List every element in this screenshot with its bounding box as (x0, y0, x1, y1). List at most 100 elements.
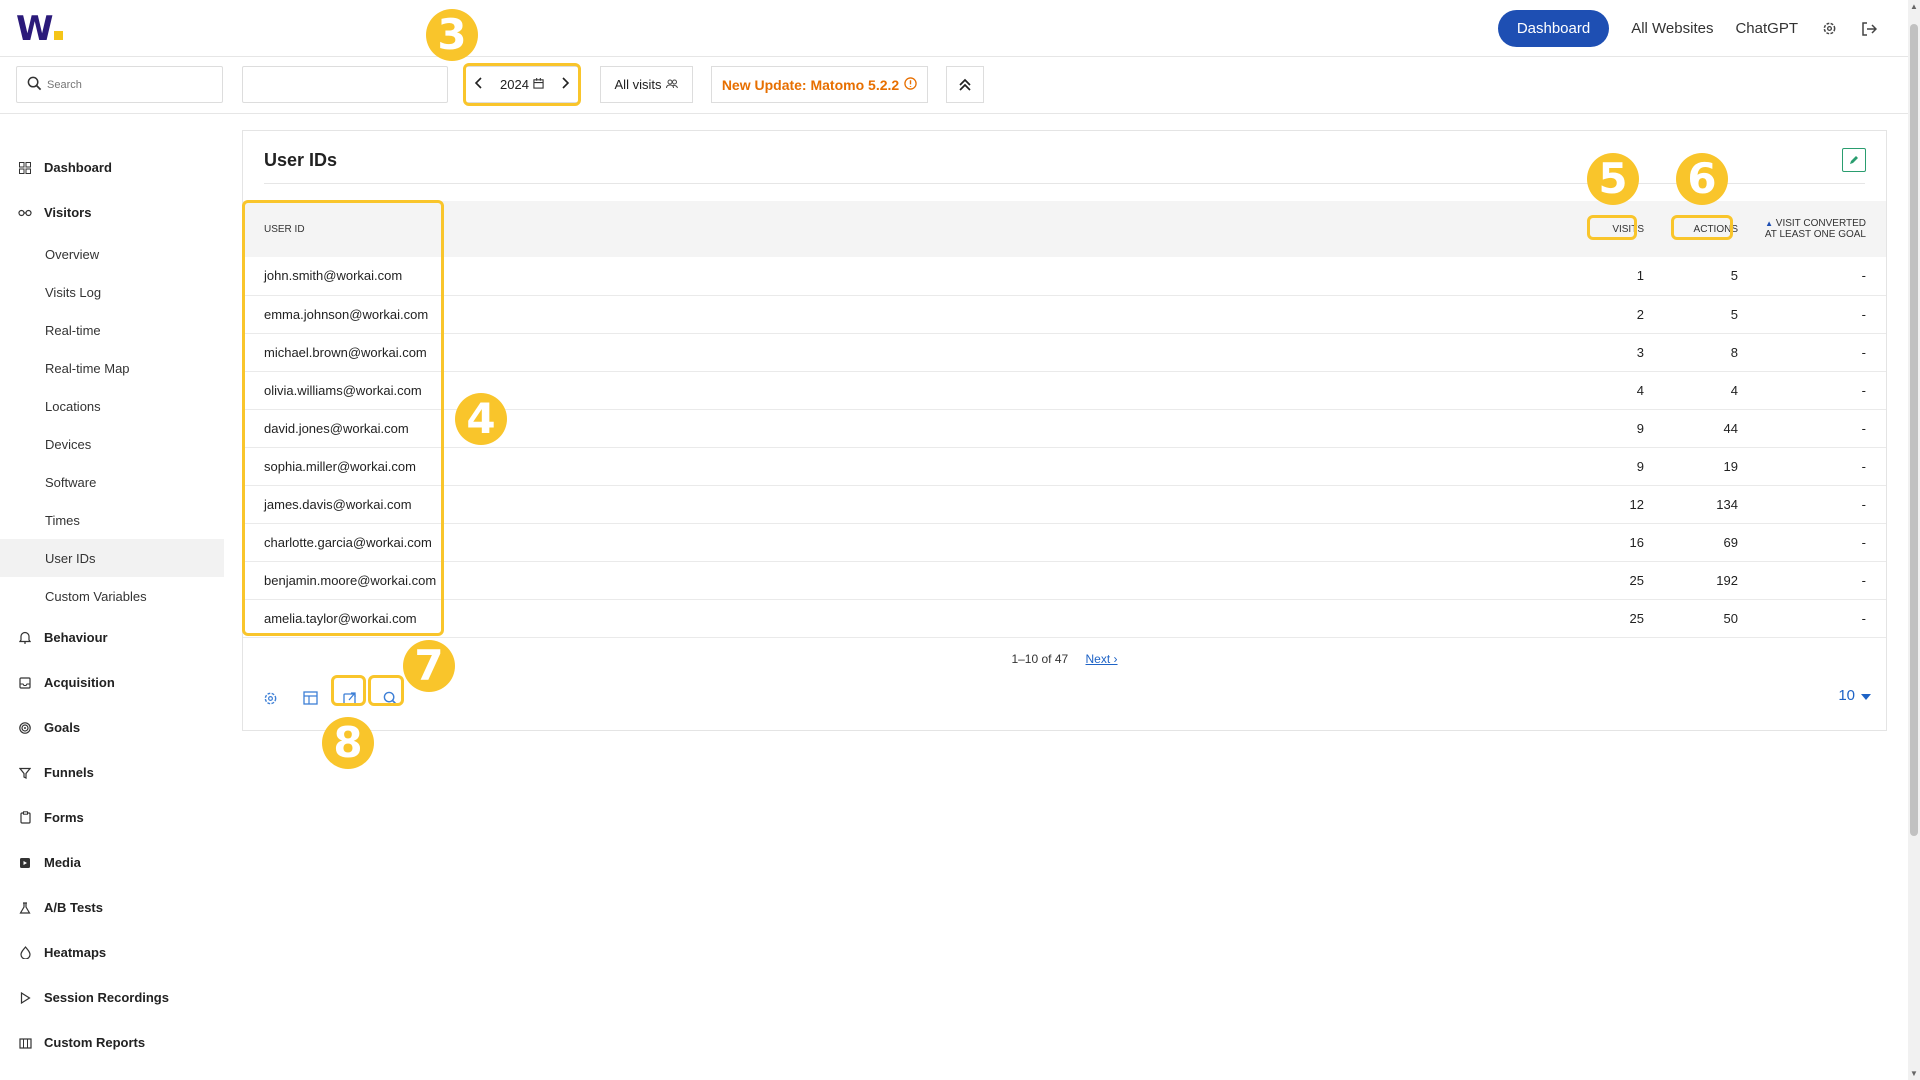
logout-icon[interactable] (1860, 20, 1878, 38)
column-header-goal-conversion[interactable]: ▲ VISIT CONVERTED AT LEAST ONE GOAL (1756, 201, 1886, 257)
report-title: User IDs (264, 150, 338, 170)
page-scrollbar[interactable]: ▲ ▼ (1908, 0, 1920, 1080)
table-search-icon[interactable] (377, 685, 403, 711)
sidebar-item-times[interactable]: Times (0, 501, 224, 539)
all-websites-link[interactable]: All Websites (1631, 10, 1713, 47)
sidebar-label: Dashboard (44, 160, 112, 175)
sidebar-item-real-time[interactable]: Real-time (0, 311, 224, 349)
sidebar-item-custom-variables[interactable]: Custom Variables (0, 577, 224, 615)
update-notice[interactable]: New Update: Matomo 5.2.2 (711, 66, 928, 103)
table-header-row: USER ID VISITS ACTIONS ▲ VISIT CONVERTED… (243, 201, 1886, 257)
actions-cell: 8 (1656, 333, 1756, 372)
sidebar-label: Funnels (44, 765, 94, 780)
visits-cell: 2 (1566, 295, 1656, 334)
sidebar-section-session-recordings[interactable]: Session Recordings (0, 975, 224, 1020)
table-row[interactable]: emma.johnson@workai.com 2 5- (243, 295, 1886, 334)
scrollbar-thumb[interactable] (1910, 24, 1918, 836)
goal-cell: - (1756, 523, 1886, 562)
callout-badge-3: 3 (426, 9, 478, 61)
segment-users-icon (666, 77, 679, 92)
search-field[interactable] (16, 66, 223, 103)
goal-cell: - (1756, 561, 1886, 600)
callout-badge-8: 8 (322, 717, 374, 769)
actions-cell: 134 (1656, 485, 1756, 524)
top-bar: W Dashboard All Websites ChatGPT (0, 0, 1908, 57)
sidebar-label: Acquisition (44, 675, 115, 690)
callout-badge-6: 6 (1676, 153, 1728, 205)
settings-icon[interactable] (257, 685, 283, 711)
sidebar-item-user-ids[interactable]: User IDs (0, 539, 224, 577)
sidebar-section-media[interactable]: Media (0, 840, 224, 885)
sidebar-section-ab-tests[interactable]: A/B Tests (0, 885, 224, 930)
sidebar-item-visits-log[interactable]: Visits Log (0, 273, 224, 311)
sidebar-section-goals[interactable]: Goals (0, 705, 224, 750)
prev-period-icon[interactable] (474, 77, 484, 92)
logo[interactable]: W (16, 12, 63, 46)
segment-label: All visits (614, 77, 662, 92)
table-row[interactable]: amelia.taylor@workai.com 25 50- (243, 599, 1886, 638)
collapse-toolbar-button[interactable] (946, 66, 984, 103)
row-limit-selector[interactable]: 10 (1838, 687, 1871, 704)
gear-icon[interactable] (1820, 20, 1838, 38)
visits-cell: 16 (1566, 523, 1656, 562)
scroll-up-icon[interactable]: ▲ (1910, 2, 1918, 11)
sidebar-label: Behaviour (44, 630, 108, 645)
calendar-icon (533, 77, 544, 92)
sidebar-item-overview[interactable]: Overview (0, 235, 224, 273)
goal-cell: - (1756, 485, 1886, 524)
sidebar-label: Forms (44, 810, 84, 825)
sidebar-label: Visitors (44, 205, 92, 220)
dashboard-button[interactable]: Dashboard (1497, 10, 1610, 47)
chatgpt-link[interactable]: ChatGPT (1735, 10, 1798, 47)
sidebar-section-funnels[interactable]: Funnels (0, 750, 224, 795)
goal-cell: - (1756, 599, 1886, 638)
visits-cell: 12 (1566, 485, 1656, 524)
next-period-icon[interactable] (560, 77, 570, 92)
media-icon (18, 856, 32, 870)
sidebar-item-devices[interactable]: Devices (0, 425, 224, 463)
sidebar-item-software[interactable]: Software (0, 463, 224, 501)
next-page-link[interactable]: Next › (1086, 652, 1118, 666)
search-input[interactable] (47, 75, 207, 95)
goal-header-line2: AT LEAST ONE GOAL (1764, 229, 1866, 240)
scroll-down-icon[interactable]: ▼ (1910, 1069, 1918, 1078)
sidebar-section-visitors[interactable]: Visitors (0, 190, 224, 235)
site-selector[interactable] (242, 66, 448, 103)
sidebar-section-forms[interactable]: Forms (0, 795, 224, 840)
callout-badge-7: 7 (403, 640, 455, 692)
sidebar-section-behaviour[interactable]: Behaviour (0, 615, 224, 660)
export-icon[interactable] (337, 685, 363, 711)
sidebar-section-dashboard[interactable]: Dashboard (0, 145, 224, 190)
actions-cell: 19 (1656, 447, 1756, 486)
column-header-visits[interactable]: VISITS (1566, 201, 1656, 257)
user-id-cell: charlotte.garcia@workai.com (243, 523, 1566, 562)
actions-cell: 50 (1656, 599, 1756, 638)
goal-header-line1: VISIT CONVERTED (1775, 218, 1866, 229)
user-id-cell: sophia.miller@workai.com (243, 447, 1566, 486)
table-row[interactable]: benjamin.moore@workai.com 25 192- (243, 561, 1886, 600)
visits-cell: 1 (1566, 257, 1656, 296)
table-row[interactable]: charlotte.garcia@workai.com 16 69- (243, 523, 1886, 562)
toolbar: 2024 All visits New Update: Matomo 5.2.2 (0, 57, 1908, 114)
column-header-user-id[interactable]: USER ID (243, 201, 1566, 257)
sidebar-item-locations[interactable]: Locations (0, 387, 224, 425)
pagination-range: 1–10 of 47 (1011, 652, 1069, 666)
table-row[interactable]: james.davis@workai.com 12 134- (243, 485, 1886, 524)
actions-cell: 192 (1656, 561, 1756, 600)
edit-report-button[interactable] (1842, 148, 1866, 172)
callout-badge-4: 4 (455, 393, 507, 445)
table-view-icon[interactable] (297, 685, 323, 711)
sidebar-section-heatmaps[interactable]: Heatmaps (0, 930, 224, 975)
column-header-actions[interactable]: ACTIONS (1656, 201, 1756, 257)
sidebar-item-real-time-map[interactable]: Real-time Map (0, 349, 224, 387)
sidebar-section-custom-reports[interactable]: Custom Reports (0, 1020, 224, 1065)
sidebar-section-acquisition[interactable]: Acquisition (0, 660, 224, 705)
table-row[interactable]: michael.brown@workai.com 3 8- (243, 333, 1886, 372)
table-row[interactable]: john.smith@workai.com 1 5- (243, 257, 1886, 296)
segment-selector[interactable]: All visits (600, 66, 693, 103)
period-selector[interactable]: 2024 (465, 66, 579, 103)
visits-cell: 3 (1566, 333, 1656, 372)
actions-cell: 69 (1656, 523, 1756, 562)
table-row[interactable]: sophia.miller@workai.com 9 19- (243, 447, 1886, 486)
user-id-cell: james.davis@workai.com (243, 485, 1566, 524)
